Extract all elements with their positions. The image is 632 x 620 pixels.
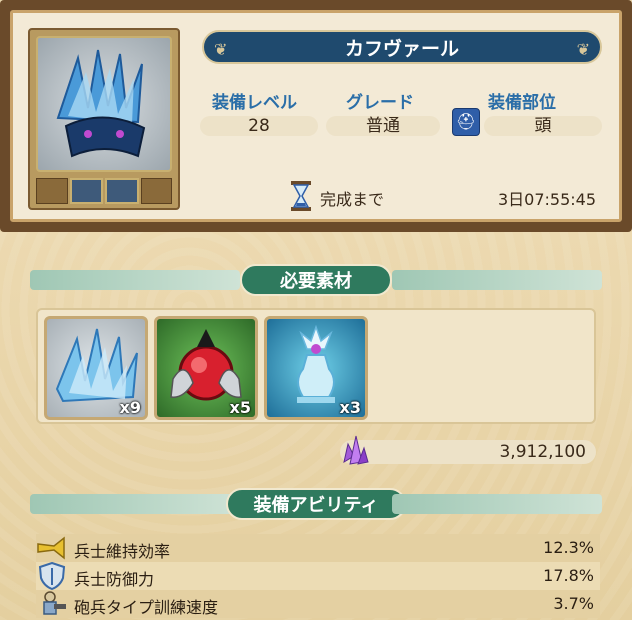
gem-slot[interactable] — [105, 178, 139, 204]
material-slot[interactable]: x3 — [264, 316, 368, 420]
ability-name: 砲兵タイプ訓練速度 — [74, 598, 219, 617]
hourglass-icon — [291, 181, 311, 211]
cost-value: 3,912,100 — [499, 442, 586, 462]
ability-row: 兵士維持効率 12.3% — [36, 534, 600, 562]
ability-value: 17.8% — [543, 566, 594, 585]
slot-value: 頭 — [484, 116, 602, 136]
ability-row: 砲兵タイプ訓練速度 3.7% — [36, 590, 600, 618]
ability-value: 12.3% — [543, 538, 594, 557]
completion-timer: 完成まで 3日07:55:45 — [290, 180, 606, 212]
ability-name: 兵士維持効率 — [74, 542, 171, 561]
purple-crystal-icon — [343, 435, 369, 465]
ability-value: 3.7% — [553, 594, 594, 613]
abilities-section-header: 装備アビリティ — [30, 486, 602, 522]
equipment-portrait-frame[interactable] — [28, 28, 180, 210]
level-label: 装備レベル — [212, 93, 297, 113]
abilities-title: 装備アビリティ — [226, 488, 406, 520]
materials-section-header: 必要素材 — [30, 262, 602, 298]
shield-icon — [38, 562, 66, 590]
material-count: x3 — [339, 398, 361, 417]
level-value: 28 — [200, 116, 318, 136]
helmet-icon: ⛑ — [452, 108, 480, 136]
equipment-name-banner: ❦ カフヴァール ❦ — [202, 30, 602, 64]
materials-title: 必要素材 — [240, 264, 392, 296]
material-count: x5 — [229, 398, 251, 417]
material-slot[interactable]: x5 — [154, 316, 258, 420]
header-ornament-left — [30, 270, 240, 290]
gem-slot[interactable] — [69, 178, 103, 204]
header-ornament-right — [392, 494, 602, 514]
cannon-soldier-icon — [43, 591, 66, 615]
slot-empty — [36, 178, 68, 204]
material-slot[interactable]: x9 — [44, 316, 148, 420]
slot-label: 装備部位 — [488, 93, 556, 113]
ornament-left-icon: ❦ — [214, 40, 228, 59]
slot-empty — [140, 178, 172, 204]
ability-row: 兵士防御力 17.8% — [36, 562, 600, 590]
ice-helmet-icon — [56, 49, 146, 158]
gem-slots — [36, 178, 172, 204]
grade-label: グレード — [346, 93, 414, 113]
cost-bar: 3,912,100 — [340, 440, 596, 464]
equipment-image — [36, 36, 172, 172]
trumpet-icon — [37, 536, 65, 560]
timer-label: 完成まで — [320, 190, 385, 209]
ability-name: 兵士防御力 — [74, 570, 155, 589]
header-ornament-left — [30, 494, 240, 514]
header-ornament-right — [392, 270, 602, 290]
materials-list: x9 x5 x3 — [36, 308, 596, 424]
ornament-right-icon: ❦ — [576, 40, 590, 59]
material-count: x9 — [119, 398, 141, 417]
timer-value: 3日07:55:45 — [497, 190, 596, 209]
equipment-name: カフヴァール — [344, 37, 459, 60]
grade-value: 普通 — [326, 116, 440, 136]
